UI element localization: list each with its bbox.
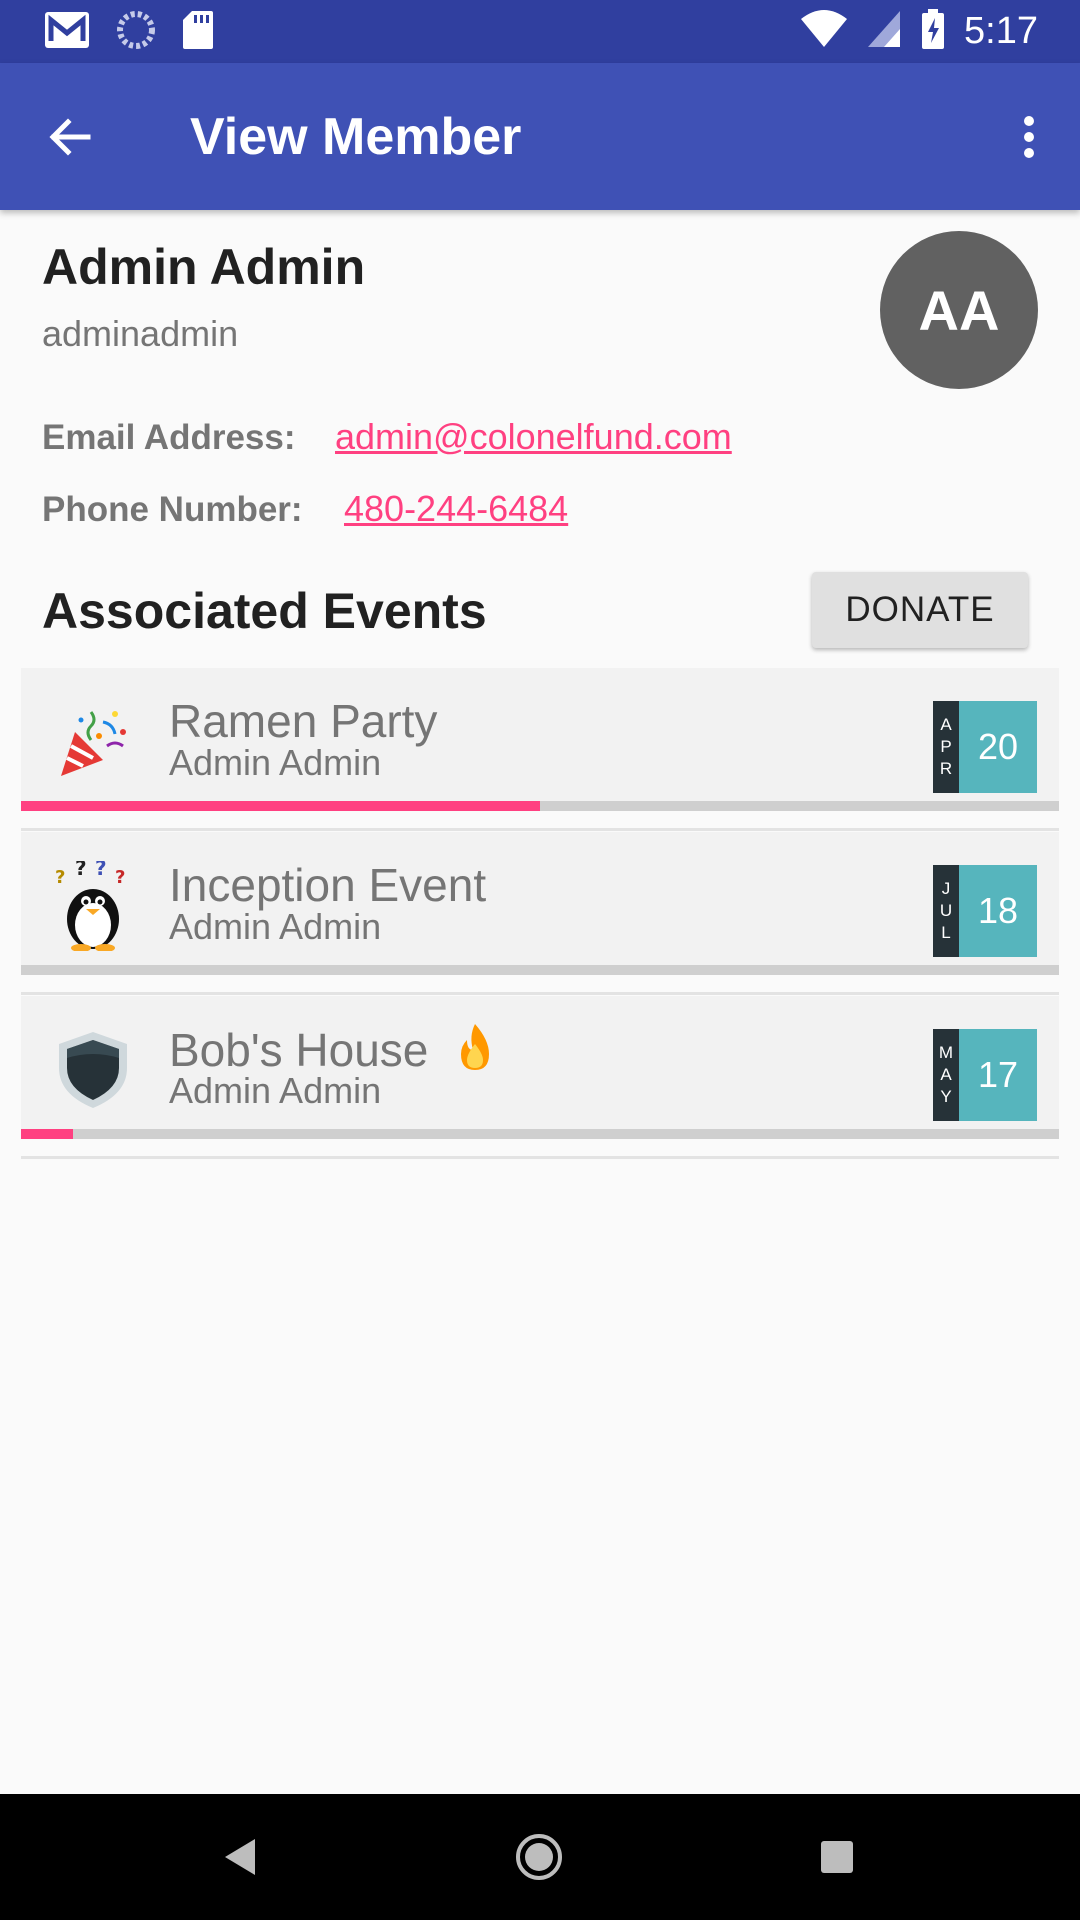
date-month: J U L (933, 865, 959, 957)
sync-icon (116, 10, 156, 55)
month-letter: J (941, 879, 951, 898)
more-vert-icon (1024, 116, 1034, 158)
system-nav-bar (0, 1794, 1080, 1920)
month-letter: L (941, 923, 951, 942)
funding-progress-bar (21, 801, 1059, 811)
month-letter: A (940, 1065, 952, 1084)
phone-label: Phone Number: (42, 490, 303, 529)
event-title-text: Bob's House (169, 1024, 429, 1076)
event-card-inception-event[interactable]: ? ? ? ? Inception Event Admin Admin J U … (21, 832, 1059, 996)
fire-icon (455, 1022, 495, 1083)
divider (21, 992, 1059, 995)
date-month: A P R (933, 701, 959, 793)
event-card-ramen-party[interactable]: Ramen Party Admin Admin A P R 20 (21, 668, 1059, 832)
status-right-icons: 5:17 (800, 8, 1038, 55)
nav-home-button[interactable] (504, 1822, 574, 1892)
event-title: Inception Event (169, 859, 487, 911)
wifi-icon (800, 9, 848, 54)
divider (21, 828, 1059, 831)
funding-progress-bar (21, 965, 1059, 975)
nav-back-icon (225, 1839, 255, 1875)
month-letter: Y (940, 1087, 952, 1106)
month-letter: U (939, 901, 953, 920)
signal-icon (866, 9, 902, 54)
date-day: 17 (959, 1029, 1037, 1121)
status-time: 5:17 (964, 10, 1038, 52)
funding-progress-fill (21, 1129, 73, 1139)
battery-charging-icon (920, 8, 946, 55)
avatar: AA (880, 231, 1038, 389)
shield-icon (51, 1028, 135, 1112)
email-label: Email Address: (42, 418, 296, 457)
status-left-icons (44, 10, 214, 55)
event-list: Ramen Party Admin Admin A P R 20 ? ? ? ? (21, 668, 1059, 1160)
event-owner: Admin Admin (169, 742, 382, 783)
divider (21, 1156, 1059, 1159)
event-title: Ramen Party (169, 695, 438, 747)
phone-link[interactable]: 480-244-6484 (344, 488, 568, 530)
party-popper-icon (51, 700, 135, 784)
nav-recents-button[interactable] (802, 1822, 872, 1892)
month-letter: A (940, 715, 952, 734)
member-username: adminadmin (42, 313, 239, 354)
nav-home-icon (516, 1834, 562, 1880)
date-badge: A P R 20 (933, 701, 1037, 793)
member-name: Admin Admin (42, 239, 366, 295)
event-card-bobs-house[interactable]: Bob's House Admin Admin M A Y 17 (21, 996, 1059, 1160)
svg-text:?: ? (55, 867, 65, 888)
event-owner: Admin Admin (169, 1070, 382, 1111)
date-day: 20 (959, 701, 1037, 793)
event-owner: Admin Admin (169, 906, 382, 947)
svg-text:?: ? (115, 867, 125, 888)
penguin-icon: ? ? ? ? (51, 861, 135, 951)
svg-text:?: ? (75, 861, 87, 880)
month-letter: R (939, 759, 953, 778)
date-month: M A Y (933, 1029, 959, 1121)
nav-back-button[interactable] (206, 1822, 276, 1892)
date-day: 18 (959, 865, 1037, 957)
overflow-menu-button[interactable] (1004, 101, 1054, 173)
funding-progress-fill (21, 801, 540, 811)
date-badge: J U L 18 (933, 865, 1037, 957)
nav-recents-icon (821, 1841, 853, 1873)
status-bar: 5:17 (0, 0, 1080, 63)
donate-button[interactable]: DONATE (812, 572, 1028, 648)
gmail-icon (44, 11, 90, 54)
funding-progress-bar (21, 1129, 1059, 1139)
back-button[interactable] (34, 101, 106, 173)
sd-card-icon (182, 10, 214, 55)
section-title: Associated Events (42, 583, 487, 639)
email-link[interactable]: admin@colonelfund.com (335, 416, 732, 458)
arrow-back-icon (49, 118, 91, 156)
app-bar: View Member (0, 63, 1080, 210)
page-title: View Member (190, 108, 522, 166)
month-letter: M (938, 1043, 954, 1062)
svg-text:?: ? (95, 861, 107, 880)
date-badge: M A Y 17 (933, 1029, 1037, 1121)
month-letter: P (940, 737, 952, 756)
